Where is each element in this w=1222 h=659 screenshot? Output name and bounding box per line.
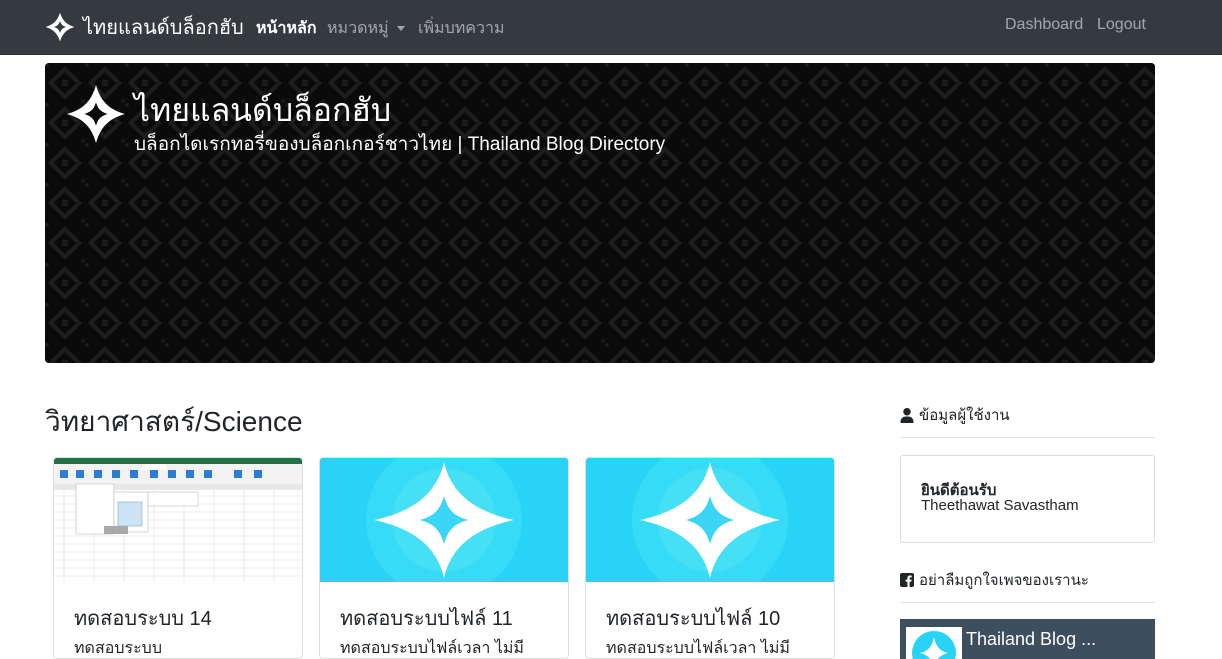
facebook-page-avatar bbox=[906, 627, 962, 659]
nav-dashboard[interactable]: Dashboard bbox=[1005, 16, 1083, 34]
user-info-heading-text: ข้อมูลผู้ใช้งาน bbox=[919, 407, 1010, 424]
hero-subtitle: บล็อกไดเรกทอรี่ของบล็อกเกอร์ชาวไทย | Tha… bbox=[134, 134, 666, 155]
page-logo-icon bbox=[906, 627, 962, 659]
nav-categories-label: หมวดหมู่ bbox=[327, 20, 389, 37]
caret-down-icon bbox=[396, 26, 405, 32]
card-title[interactable]: ทดสอบระบบไฟล์ 11 bbox=[340, 602, 513, 634]
card-title[interactable]: ทดสอบระบบไฟล์ 10 bbox=[606, 602, 780, 634]
brand-logo-icon bbox=[45, 12, 75, 42]
card-image-logo bbox=[320, 458, 568, 582]
card-title[interactable]: ทดสอบระบบ 14 bbox=[74, 602, 212, 634]
facebook-page-title[interactable]: Thailand Blog ... bbox=[966, 629, 1096, 650]
user-icon bbox=[900, 407, 914, 423]
nav-logout[interactable]: Logout bbox=[1097, 16, 1146, 34]
hero-logo-icon bbox=[67, 85, 125, 143]
brand-link[interactable]: ไทยแลนด์บล็อกฮับ bbox=[45, 11, 244, 43]
article-card[interactable]: ทดสอบระบบ 14 ทดสอบระบบ bbox=[53, 457, 303, 659]
card-image-logo bbox=[586, 458, 834, 582]
facebook-page-widget[interactable]: Thailand Blog ... bbox=[900, 619, 1155, 659]
facebook-heading: อย่าลืมถูกใจเพจของเรานะ bbox=[900, 568, 1089, 592]
card-image-spreadsheet bbox=[54, 458, 302, 582]
user-name: Theethawat Savastham bbox=[921, 497, 1079, 514]
category-title: วิทยาศาสตร์/Science bbox=[45, 406, 303, 437]
article-card[interactable]: ทดสอบระบบไฟล์ 10 ทดสอบระบบไฟล์เวลา ไม่มี bbox=[585, 457, 835, 659]
brand-text: ไทยแลนด์บล็อกฮับ bbox=[83, 17, 244, 39]
hero-banner: ไทยแลนด์บล็อกฮับ บล็อกไดเรกทอรี่ของบล็อก… bbox=[45, 63, 1155, 363]
nav-categories[interactable]: หมวดหมู่ bbox=[327, 16, 405, 41]
divider bbox=[900, 602, 1155, 603]
nav-home[interactable]: หน้าหลัก bbox=[256, 16, 317, 41]
article-card[interactable]: ทดสอบระบบไฟล์ 11 ทดสอบระบบไฟล์เวลา ไม่มี bbox=[319, 457, 569, 659]
top-navbar: ไทยแลนด์บล็อกฮับ หน้าหลัก หมวดหมู่ เพิ่ม… bbox=[0, 0, 1222, 55]
facebook-icon bbox=[900, 573, 914, 587]
user-info-heading: ข้อมูลผู้ใช้งาน bbox=[900, 403, 1010, 427]
facebook-heading-text: อย่าลืมถูกใจเพจของเรานะ bbox=[919, 572, 1089, 589]
welcome-card: ยินดีต้อนรับ Theethawat Savastham bbox=[900, 455, 1155, 543]
divider bbox=[900, 437, 1155, 438]
nav-add-article[interactable]: เพิ่มบทความ bbox=[418, 16, 504, 41]
